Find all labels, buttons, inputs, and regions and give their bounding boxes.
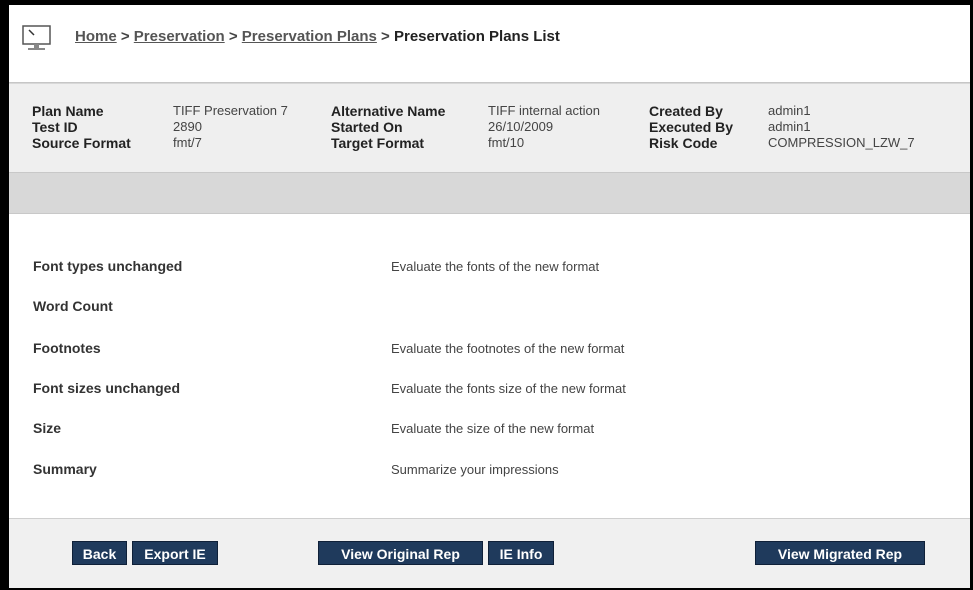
criterion-description: Evaluate the size of the new format [391,421,595,436]
criterion-description: Summarize your impressions [391,462,559,477]
created-by-label: Created By [649,103,723,119]
executed-by-value: admin1 [768,119,811,134]
view-migrated-rep-button[interactable]: View Migrated Rep [755,541,925,565]
criterion-description: Evaluate the fonts size of the new forma… [391,381,626,396]
breadcrumb: Home > Preservation > Preservation Plans… [75,28,560,45]
target-format-label: Target Format [331,135,425,151]
export-ie-button[interactable]: Export IE [132,541,218,565]
source-format-label: Source Format [32,135,131,151]
created-by-value: admin1 [768,103,811,118]
executed-by-label: Executed By [649,119,734,135]
source-format-value: fmt/7 [173,135,202,150]
monitor-icon [22,25,51,50]
test-id-label: Test ID [32,119,78,135]
plan-name-value: TIFF Preservation 7 [173,103,288,118]
back-button[interactable]: Back [72,541,127,565]
test-id-value: 2890 [173,119,202,134]
section-divider-band [9,172,970,214]
alternative-name-value: TIFF internal action [488,103,600,118]
criterion-label: Font sizes unchanged [33,380,181,396]
ie-info-button[interactable]: IE Info [488,541,554,565]
breadcrumb-home-link[interactable]: Home [75,28,117,45]
breadcrumb-preservation-link[interactable]: Preservation [134,28,225,45]
breadcrumb-separator: > [120,28,130,45]
risk-code-value: COMPRESSION_LZW_7 [768,135,915,150]
page-header: Home > Preservation > Preservation Plans… [9,5,970,83]
started-on-value: 26/10/2009 [488,119,554,134]
alternative-name-label: Alternative Name [331,103,446,119]
criterion-label: Word Count [33,298,113,314]
criterion-label: Footnotes [33,340,101,356]
criterion-description: Evaluate the footnotes of the new format [391,341,625,356]
plan-name-label: Plan Name [32,103,104,119]
breadcrumb-current: Preservation Plans List [393,28,560,45]
breadcrumb-preservation-plans-link[interactable]: Preservation Plans [242,28,377,45]
criterion-label: Font types unchanged [33,258,183,274]
target-format-value: fmt/10 [488,135,525,150]
criterion-label: Size [33,420,62,436]
plan-info-panel: Plan Name TIFF Preservation 7 Test ID 28… [9,83,970,172]
view-original-rep-button[interactable]: View Original Rep [318,541,483,565]
risk-code-label: Risk Code [649,135,718,151]
breadcrumb-separator: > [381,28,390,45]
criterion-description: Evaluate the fonts of the new format [391,259,600,274]
breadcrumb-separator: > [228,28,238,45]
criterion-label: Summary [33,461,97,477]
started-on-label: Started On [331,119,403,135]
